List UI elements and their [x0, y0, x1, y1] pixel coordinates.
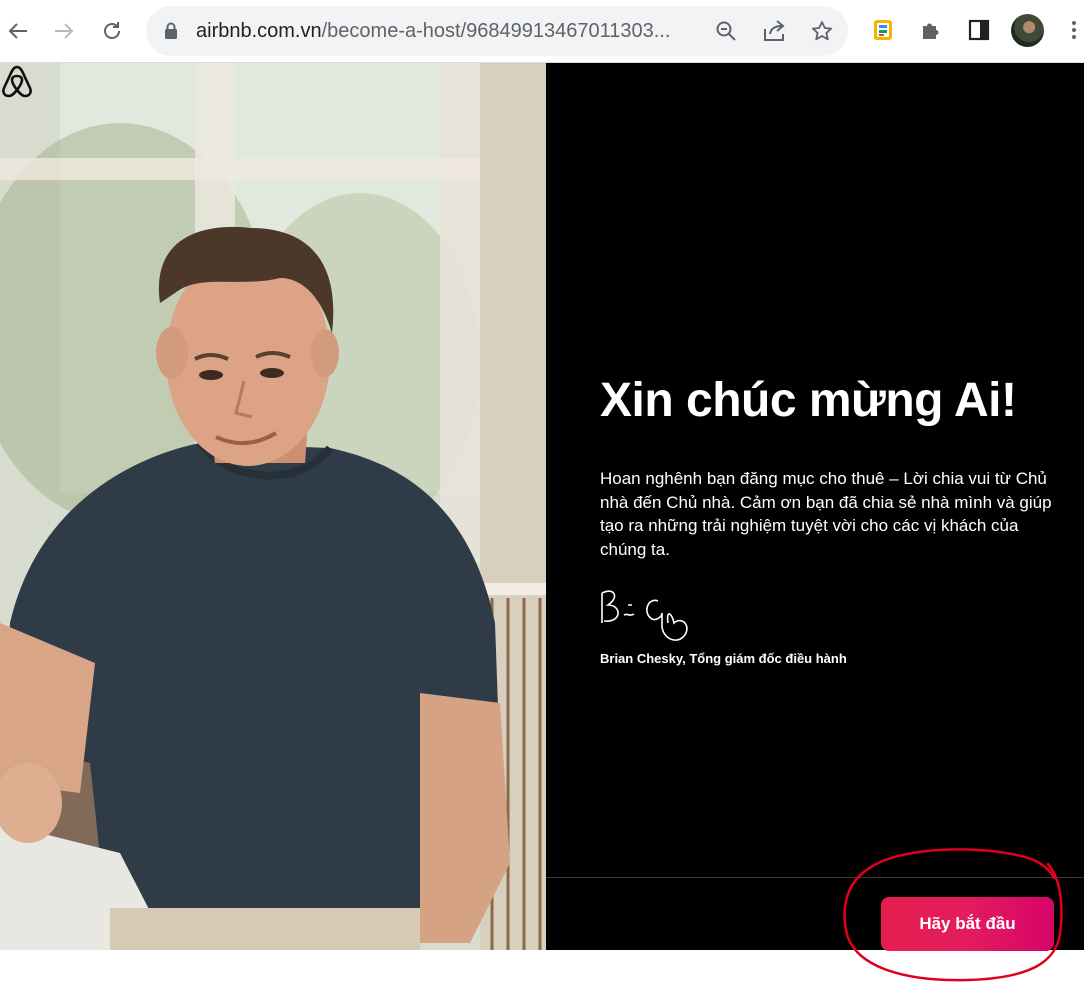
footer-divider	[546, 877, 1084, 878]
url-path: /become-a-host/96849913467011303...	[321, 20, 671, 42]
zoom-button[interactable]	[714, 19, 738, 43]
signer-name: Brian Chesky, Tổng giám đốc điều hành	[600, 651, 847, 666]
side-panel-button[interactable]	[965, 15, 993, 45]
forward-button[interactable]	[46, 13, 82, 49]
url-host: airbnb.com.vn	[196, 20, 322, 42]
host-photo-illustration	[0, 63, 546, 950]
star-icon	[811, 21, 833, 41]
ceo-signature	[601, 590, 688, 641]
zoom-icon	[716, 21, 736, 41]
share-button[interactable]	[762, 19, 786, 43]
browser-toolbar: airbnb.com.vn/become-a-host/968499134670…	[0, 0, 1084, 63]
side-panel-icon	[968, 19, 990, 41]
extension-button[interactable]	[869, 15, 897, 45]
share-icon	[764, 20, 785, 41]
host-photo	[0, 63, 546, 950]
airbnb-logo[interactable]	[0, 63, 34, 99]
welcome-panel: Xin chúc mừng Ai! Hoan nghênh bạn đăng m…	[546, 63, 1084, 951]
lock-icon[interactable]	[164, 22, 178, 40]
address-bar[interactable]: airbnb.com.vn/become-a-host/968499134670…	[146, 6, 848, 56]
extension-icon	[874, 20, 892, 40]
bookmark-button[interactable]	[810, 19, 834, 43]
profile-avatar[interactable]	[1011, 14, 1044, 47]
reload-icon	[104, 22, 120, 39]
chrome-menu-button[interactable]	[1064, 15, 1084, 45]
reload-button[interactable]	[94, 13, 130, 49]
back-arrow-icon	[8, 23, 27, 39]
extensions-menu-button[interactable]	[917, 15, 945, 45]
puzzle-icon	[923, 23, 939, 39]
more-icon	[1072, 21, 1076, 39]
get-started-button[interactable]: Hãy bắt đầu	[881, 897, 1054, 951]
welcome-message: Hoan nghênh bạn đăng mục cho thuê – Lời …	[600, 469, 1052, 559]
forward-arrow-icon	[55, 23, 74, 39]
url-text[interactable]: airbnb.com.vn/become-a-host/968499134670…	[196, 20, 696, 43]
welcome-headline: Xin chúc mừng Ai!	[600, 374, 1017, 427]
back-button[interactable]	[0, 13, 36, 49]
